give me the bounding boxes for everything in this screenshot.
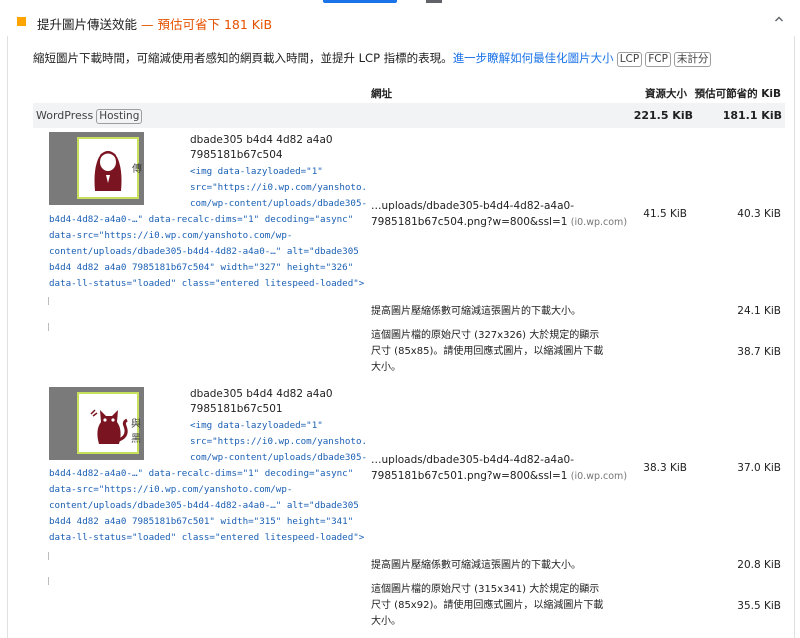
audit-header[interactable]: 提升圖片傳送效能 — 預估可省下 181 KiB xyxy=(0,8,800,36)
subitem-resize-savings: 38.7 KiB xyxy=(737,346,781,358)
subitem-compress-text: 提高圖片壓縮係數可縮減這張圖片的下載大小。 xyxy=(371,560,581,571)
element-name-line: dbade305 b4d4 4d82 a4a0 xyxy=(190,388,333,400)
resource-size: 38.3 KiB xyxy=(643,462,687,474)
column-header-est-savings: 預估可節省的 KiB xyxy=(694,88,781,100)
subitem-resize-text: 這個圖片檔的原始尺寸 (327x326) 大於規定的顯示 尺寸 (85x85)。… xyxy=(371,328,603,376)
chevron-up-svg xyxy=(775,16,783,22)
thumbnail-frame xyxy=(77,392,139,454)
code-snippet-line: data-src="https://i0.wp.com/yanshoto.com… xyxy=(49,484,293,495)
code-snippet-line: <img data-lazyloaded="1" xyxy=(190,166,323,177)
image-thumbnail[interactable]: 傳 xyxy=(49,132,144,205)
group-est-savings: 181.1 KiB xyxy=(722,109,782,122)
desktop-tab-icon[interactable] xyxy=(426,0,442,3)
code-snippet-line: data-ll-status="loaded" class="entered l… xyxy=(49,532,365,543)
resource-url-line: …uploads/dbade305-b4d4-4d82-a4a0- xyxy=(371,200,574,212)
report-tabs xyxy=(0,0,800,8)
code-snippet-line: b4d4 4d82 a4a0 7985181b67c501" width="31… xyxy=(49,516,354,527)
resource-url[interactable]: …uploads/dbade305-b4d4-4d82-a4a0- 798518… xyxy=(371,452,627,485)
code-snippet-line: src="https://i0.wp.com/yanshoto. xyxy=(190,182,368,193)
subitem-resize-line: 尺寸 (85x92)。請使用回應式圖片，以縮減圖片下載 xyxy=(371,600,604,611)
resource-url-path: 7985181b67c501.png?w=800&ssl=1 xyxy=(371,470,568,482)
subitem-compress-savings: 24.1 KiB xyxy=(737,305,781,317)
element-name-line: 7985181b67c504 xyxy=(190,149,283,161)
resource-host: (i0.wp.com) xyxy=(570,217,628,228)
subitem-resize-line: 尺寸 (85x85)。請使用回應式圖片，以縮減圖片下載 xyxy=(371,346,604,357)
resource-url-path: 7985181b67c504.png?w=800&ssl=1 xyxy=(371,216,568,228)
code-snippet-line: com/wp-content/uploads/dbade305- xyxy=(190,198,368,209)
element-name-line: dbade305 b4d4 4d82 a4a0 xyxy=(190,134,333,146)
code-snippet-line: content/uploads/dbade305-b4d4-4d82-a4a0-… xyxy=(49,246,359,257)
subitem-tick xyxy=(48,577,49,585)
element-name: dbade305 b4d4 4d82 a4a0 7985181b67c504 xyxy=(190,133,333,163)
resource-size: 41.5 KiB xyxy=(643,208,687,220)
group-resource-size: 221.5 KiB xyxy=(633,109,693,122)
code-snippet-line: com/wp-content/uploads/dbade305- xyxy=(190,452,368,463)
group-row-wordpress: WordPress Hosting 221.5 KiB 181.1 KiB xyxy=(33,103,785,128)
resource-url-line: …uploads/dbade305-b4d4-4d82-a4a0- xyxy=(371,454,574,466)
subitem-compress-savings: 20.8 KiB xyxy=(737,559,781,571)
resource-url-line: 7985181b67c504.png?w=800&ssl=1 (i0.wp.co… xyxy=(371,214,627,231)
cat-illustration-icon xyxy=(90,409,128,444)
code-snippet-line: data-src="https://i0.wp.com/yanshoto.com… xyxy=(49,230,293,241)
group-tag: Hosting xyxy=(96,109,143,124)
column-header-resource-size: 資源大小 xyxy=(645,88,687,100)
subitem-tick xyxy=(48,552,49,560)
audit-savings: — 預估可省下 181 KiB xyxy=(141,17,273,32)
description-text: 縮短圖片下載時間，可縮減使用者感知的網頁載入時間，並提升 LCP 指標的表現。 xyxy=(33,51,453,65)
subitem-tick xyxy=(48,297,49,305)
active-tab-indicator xyxy=(323,0,397,3)
resource-host: (i0.wp.com) xyxy=(570,471,628,482)
column-header-url: 網址 xyxy=(371,88,392,100)
subitem-resize-savings: 35.5 KiB xyxy=(737,600,781,612)
code-snippet-line: b4d4 4d82 a4a0 7985181b67c504" width="32… xyxy=(49,262,354,273)
audit-title: 提升圖片傳送效能 — 預估可省下 181 KiB xyxy=(37,14,272,33)
thumbnail-ghost-text: 與黑 xyxy=(131,419,141,445)
audit-title-text: 提升圖片傳送效能 xyxy=(37,17,138,32)
subitem-resize-line: 這個圖片檔的原始尺寸 (327x326) 大於規定的顯示 xyxy=(371,330,600,341)
code-snippet-line: content/uploads/dbade305-b4d4-4d82-a4a0-… xyxy=(49,500,359,511)
est-savings: 40.3 KiB xyxy=(737,208,781,220)
image-thumbnail[interactable]: 與黑 xyxy=(49,387,144,460)
subitem-compress-text: 提高圖片壓縮係數可縮減這張圖片的下載大小。 xyxy=(371,306,581,317)
code-snippet-line: b4d4-4d82-a4a0-…" data-recalc-dims="1" d… xyxy=(49,214,354,225)
warning-square-icon xyxy=(17,17,26,26)
subitem-tick xyxy=(48,323,49,331)
resource-url-line: 7985181b67c501.png?w=800&ssl=1 (i0.wp.co… xyxy=(371,468,627,485)
element-name: dbade305 b4d4 4d82 a4a0 7985181b67c501 xyxy=(190,387,333,417)
subitem-resize-line: 大小。 xyxy=(371,616,401,627)
learn-more-link[interactable]: 進一步瞭解如何最佳化圖片大小 xyxy=(453,51,614,65)
element-name-line: 7985181b67c501 xyxy=(190,403,283,415)
code-snippet-line: b4d4-4d82-a4a0-…" data-recalc-dims="1" d… xyxy=(49,468,354,479)
code-snippet-line: <img data-lazyloaded="1" xyxy=(190,420,323,431)
group-name-text: WordPress xyxy=(36,109,94,122)
subitem-resize-text: 這個圖片檔的原始尺寸 (315x341) 大於規定的顯示 尺寸 (85x92)。… xyxy=(371,582,603,630)
thumbnail-ghost-text: 傳 xyxy=(132,164,142,175)
audit-description: 縮短圖片下載時間，可縮減使用者感知的網頁載入時間，並提升 LCP 指標的表現。進… xyxy=(33,50,712,67)
tag-unscored: 未計分 xyxy=(673,52,712,67)
subitem-resize-line: 這個圖片檔的原始尺寸 (315x341) 大於規定的顯示 xyxy=(371,584,600,595)
thumbnail-frame xyxy=(77,137,139,199)
code-snippet-line: data-ll-status="loaded" class="entered l… xyxy=(49,278,365,289)
resource-url[interactable]: …uploads/dbade305-b4d4-4d82-a4a0- 798518… xyxy=(371,198,627,231)
portrait-illustration-icon xyxy=(94,151,122,191)
subitem-resize-line: 大小。 xyxy=(371,362,401,373)
mobile-tab-icon[interactable] xyxy=(345,0,359,3)
group-name: WordPress Hosting xyxy=(36,109,143,124)
chevron-up-icon[interactable] xyxy=(772,14,786,28)
code-snippet-line: src="https://i0.wp.com/yanshoto. xyxy=(190,436,368,447)
est-savings: 37.0 KiB xyxy=(737,462,781,474)
tag-fcp: FCP xyxy=(645,52,671,67)
tag-lcp: LCP xyxy=(616,52,643,67)
